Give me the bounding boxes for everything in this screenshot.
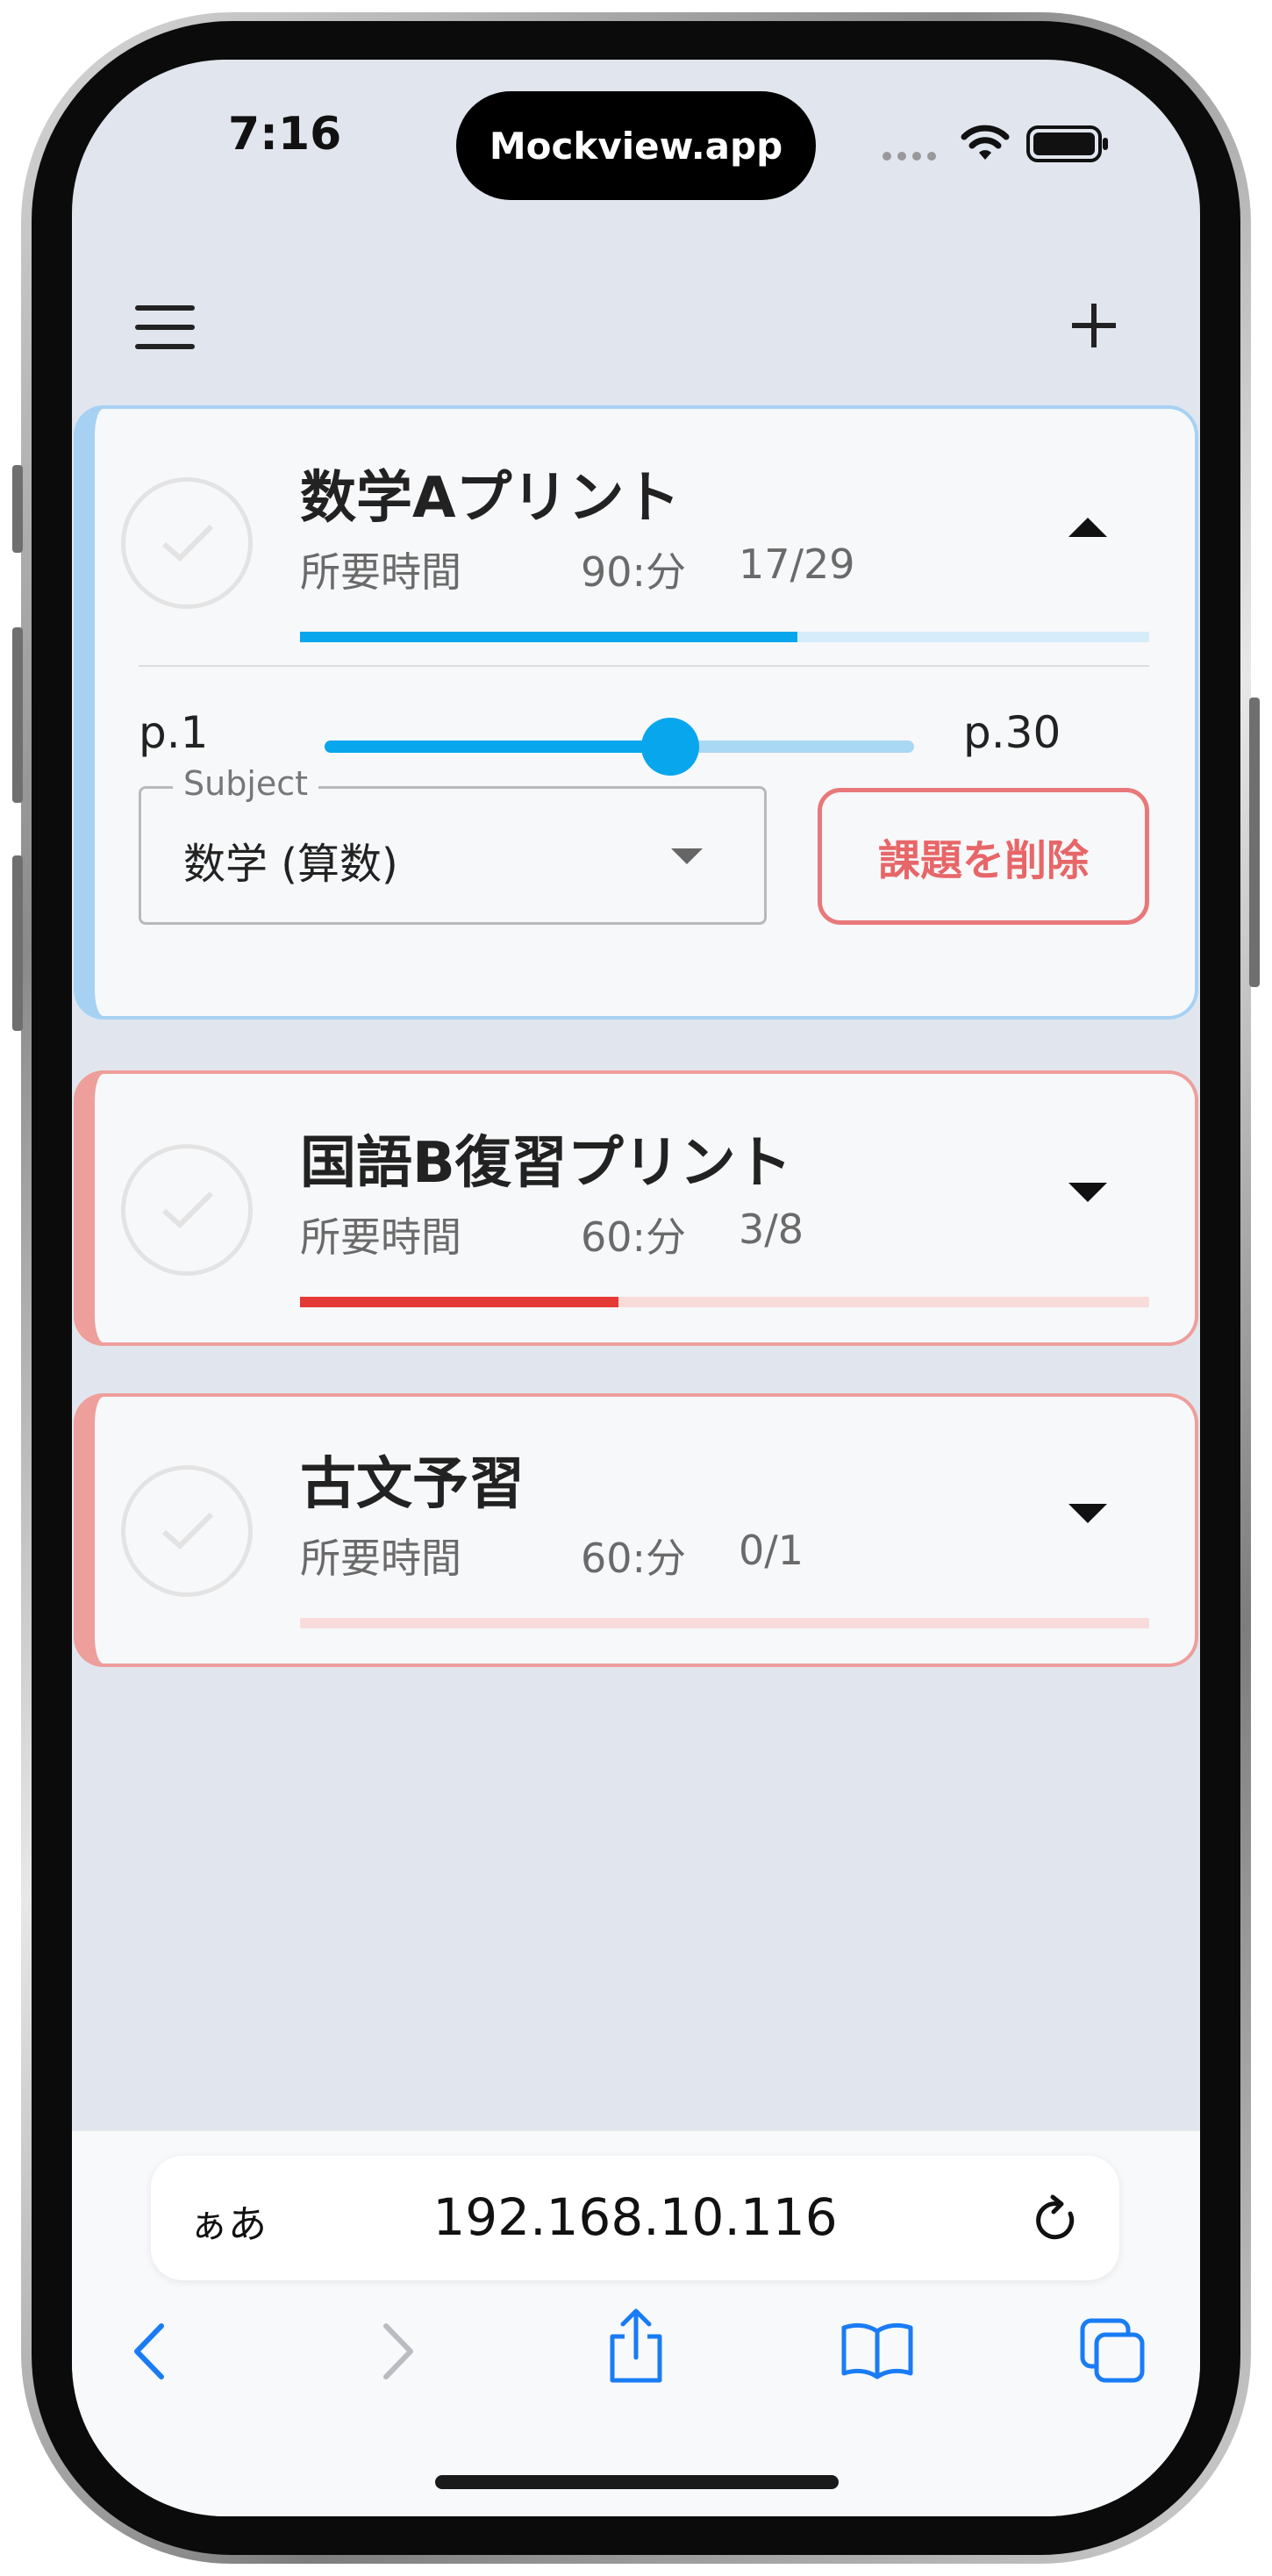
slider-max-label: p.30	[963, 707, 1061, 758]
task-title: 数学Aプリント	[300, 466, 681, 531]
progress-count: 3/8	[739, 1206, 804, 1253]
subject-value: 数学 (算数)	[183, 840, 398, 889]
time-label: 所要時間	[300, 1535, 461, 1582]
task-card[interactable]: 古文予習 所要時間 60:分 0/1	[74, 1393, 1198, 1667]
caret-down-icon[interactable]	[1068, 1504, 1107, 1523]
progress-fill	[300, 632, 798, 642]
duration: 60:分	[581, 1213, 687, 1261]
duration: 60:分	[581, 1535, 687, 1582]
complete-checkbox[interactable]	[121, 477, 253, 609]
slider-fill	[325, 741, 670, 753]
time-label: 所要時間	[300, 1213, 461, 1261]
task-title: 古文予習	[300, 1452, 525, 1517]
task-title: 国語B復習プリント	[300, 1131, 792, 1196]
card-divider	[139, 665, 1149, 667]
duration: 90:分	[581, 548, 687, 596]
slider-thumb[interactable]	[640, 718, 699, 776]
caret-up-icon[interactable]	[1068, 518, 1107, 537]
progress-bar	[300, 1618, 1149, 1628]
address-bar[interactable]: ぁあ 192.168.10.116	[151, 2156, 1119, 2280]
bookmarks-icon[interactable]	[840, 2319, 914, 2380]
dynamic-island-pill: Mockview.app	[456, 91, 816, 200]
battery-icon	[1026, 125, 1108, 162]
check-icon	[162, 1191, 214, 1229]
progress-bar	[300, 632, 1149, 642]
subject-label: Subject	[173, 764, 319, 803]
progress-count: 17/29	[739, 540, 855, 588]
share-icon[interactable]	[605, 2307, 667, 2386]
check-icon	[162, 524, 214, 562]
page-slider[interactable]	[325, 741, 914, 753]
wifi-icon	[961, 125, 1010, 160]
time-label: 所要時間	[300, 548, 461, 596]
signal-dots-icon	[883, 147, 942, 161]
add-icon	[1072, 304, 1116, 347]
screen: 7:16 Mockview.app 数学Aプリント 所要時間 90:分 17/2…	[72, 60, 1200, 2516]
status-time: 7:16	[228, 108, 342, 161]
caret-down-icon[interactable]	[1068, 1183, 1107, 1202]
complete-checkbox[interactable]	[121, 1144, 253, 1276]
menu-button[interactable]	[135, 305, 195, 354]
progress-count: 0/1	[739, 1527, 804, 1574]
reload-icon[interactable]	[1032, 2194, 1081, 2245]
slider-min-label: p.1	[139, 707, 209, 758]
browser-toolbar: ぁあ 192.168.10.116	[72, 2130, 1200, 2516]
home-indicator	[435, 2475, 839, 2489]
url-text: 192.168.10.116	[432, 2187, 838, 2247]
task-card[interactable]: 国語B復習プリント 所要時間 60:分 3/8	[74, 1070, 1198, 1346]
complete-checkbox[interactable]	[121, 1465, 253, 1597]
add-task-button[interactable]	[1063, 295, 1125, 356]
volume-up-button	[12, 627, 23, 803]
back-icon[interactable]	[130, 2321, 168, 2382]
subject-select[interactable]: Subject 数学 (算数)	[139, 764, 767, 925]
volume-down-button	[12, 855, 23, 1031]
delete-task-button[interactable]: 課題を削除	[818, 788, 1149, 925]
dropdown-arrow-icon	[671, 848, 703, 864]
task-card[interactable]: 数学Aプリント 所要時間 90:分 17/29 p.1 p.30 Subject…	[74, 405, 1198, 1020]
side-button	[12, 465, 23, 553]
tabs-icon[interactable]	[1079, 2317, 1146, 2384]
forward-icon[interactable]	[379, 2321, 418, 2382]
progress-fill	[300, 1297, 618, 1307]
progress-bar	[300, 1297, 1149, 1307]
check-icon	[162, 1512, 214, 1550]
power-button	[1249, 698, 1260, 987]
